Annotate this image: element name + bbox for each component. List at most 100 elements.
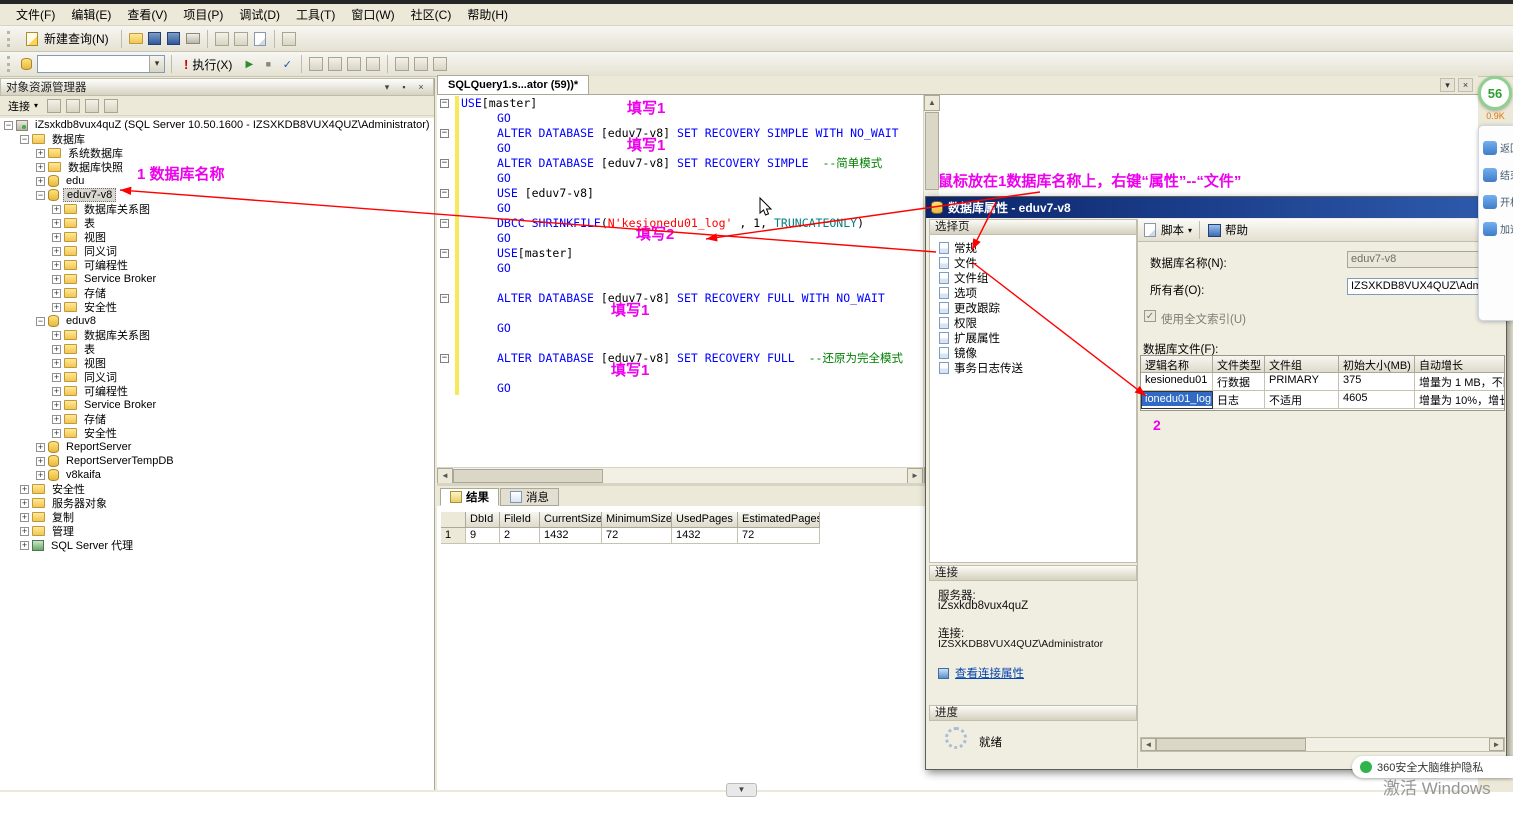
widget-item[interactable]: 开机 xyxy=(1479,188,1513,215)
select-page-item[interactable]: 常规 xyxy=(930,240,1136,255)
tree-item[interactable]: +安全性 xyxy=(0,482,434,496)
tab-list-icon[interactable]: ▾ xyxy=(1440,78,1455,92)
files-table-cell[interactable]: 375 xyxy=(1339,373,1415,391)
expand-icon[interactable]: + xyxy=(20,485,29,494)
expand-icon[interactable]: + xyxy=(52,247,61,256)
collapse-icon[interactable]: − xyxy=(20,135,29,144)
expand-icon[interactable]: + xyxy=(36,163,45,172)
tree-item[interactable]: +管理 xyxy=(0,524,434,538)
fold-collapse-icon[interactable]: − xyxy=(440,99,449,108)
tree-item[interactable]: +ReportServerTempDB xyxy=(0,454,434,468)
select-page-item[interactable]: 文件 xyxy=(930,255,1136,270)
memory-usage-badge[interactable]: 56 xyxy=(1478,76,1512,110)
tree-item[interactable]: +安全性 xyxy=(0,426,434,440)
column-header[interactable]: FileId xyxy=(500,512,540,528)
expand-icon[interactable]: + xyxy=(52,205,61,214)
column-header[interactable]: MinimumSize xyxy=(602,512,672,528)
expand-icon[interactable]: + xyxy=(52,331,61,340)
menu-item[interactable]: 工具(T) xyxy=(288,4,343,25)
filter-button[interactable] xyxy=(103,98,119,114)
fold-collapse-icon[interactable]: − xyxy=(440,354,449,363)
grid-cell[interactable]: 2 xyxy=(500,528,540,544)
save-button[interactable] xyxy=(147,31,163,47)
fold-collapse-icon[interactable]: − xyxy=(440,159,449,168)
expand-icon[interactable]: + xyxy=(52,415,61,424)
scrollbar-thumb[interactable] xyxy=(453,469,603,483)
print-button[interactable] xyxy=(185,31,201,47)
tree-item[interactable]: −eduv8 xyxy=(0,314,434,328)
expand-icon[interactable]: + xyxy=(52,359,61,368)
toolbar-button[interactable] xyxy=(281,31,297,47)
connect-dropdown-button[interactable]: 连接 ▾ xyxy=(3,96,43,116)
refresh-button[interactable] xyxy=(84,98,100,114)
chevron-down-icon[interactable]: ▾ xyxy=(1188,226,1192,235)
toolbar-button[interactable] xyxy=(214,31,230,47)
scroll-up-icon[interactable]: ▲ xyxy=(924,95,940,111)
save-all-button[interactable] xyxy=(166,31,182,47)
parse-button[interactable]: ✓ xyxy=(279,56,295,72)
tree-item[interactable]: +数据库关系图 xyxy=(0,202,434,216)
tree-item[interactable]: +数据库关系图 xyxy=(0,328,434,342)
chevron-down-icon[interactable]: ▾ xyxy=(149,56,164,72)
tree-item[interactable]: +复制 xyxy=(0,510,434,524)
column-header[interactable]: 文件类型 xyxy=(1213,356,1265,373)
scroll-left-icon[interactable]: ◄ xyxy=(1141,738,1156,751)
object-explorer-header[interactable]: 对象资源管理器 ▾ ▪ × xyxy=(0,78,434,96)
speed-ball-widget[interactable]: 56 0.9K 返回结束开机加速 xyxy=(1478,76,1513,321)
menu-item[interactable]: 项目(P) xyxy=(175,4,231,25)
column-header[interactable]: 逻辑名称 xyxy=(1141,356,1213,373)
expand-icon[interactable]: + xyxy=(52,303,61,312)
expand-icon[interactable]: + xyxy=(36,457,45,466)
tree-item[interactable]: +表 xyxy=(0,342,434,356)
files-table-cell[interactable]: 日志 xyxy=(1213,391,1265,409)
expand-icon[interactable]: + xyxy=(20,513,29,522)
grid-cell[interactable]: 72 xyxy=(738,528,820,544)
column-header[interactable]: EstimatedPages xyxy=(738,512,820,528)
scroll-down-button[interactable]: ▼ xyxy=(726,783,757,797)
select-page-item[interactable]: 扩展属性 xyxy=(930,330,1136,345)
toolbar-button[interactable] xyxy=(365,56,381,72)
files-table-cell[interactable]: kesionedu01 xyxy=(1141,373,1213,391)
files-table-cell[interactable]: 增量为 1 MB，不限制增长 xyxy=(1415,373,1505,391)
security-badge[interactable]: 360安全大脑维护隐私 xyxy=(1352,756,1513,778)
disconnect-button[interactable] xyxy=(46,98,62,114)
expand-icon[interactable]: + xyxy=(20,527,29,536)
toolbar-grip[interactable] xyxy=(7,56,12,72)
close-icon[interactable]: × xyxy=(414,81,428,94)
column-header[interactable]: CurrentSize xyxy=(540,512,602,528)
tree-item[interactable]: +存储 xyxy=(0,412,434,426)
stop-button[interactable] xyxy=(65,98,81,114)
files-table-cell[interactable]: 不适用 xyxy=(1265,391,1339,409)
widget-item[interactable]: 加速 xyxy=(1479,215,1513,242)
expand-icon[interactable]: + xyxy=(52,289,61,298)
menu-item[interactable]: 调试(D) xyxy=(231,4,288,25)
toolbar-button[interactable] xyxy=(327,56,343,72)
tree-item[interactable]: +可编程性 xyxy=(0,384,434,398)
tree-item[interactable]: +系统数据库 xyxy=(0,146,434,160)
column-header[interactable]: UsedPages xyxy=(672,512,738,528)
expand-icon[interactable]: + xyxy=(20,499,29,508)
tree-item[interactable]: +视图 xyxy=(0,230,434,244)
tree-item[interactable]: +安全性 xyxy=(0,300,434,314)
tree-item[interactable]: −iZsxkdb8vux4quZ (SQL Server 10.50.1600 … xyxy=(0,118,434,132)
expand-icon[interactable]: + xyxy=(36,177,45,186)
tree-item[interactable]: +同义词 xyxy=(0,244,434,258)
expand-icon[interactable]: + xyxy=(52,401,61,410)
scroll-left-icon[interactable]: ◄ xyxy=(437,468,453,484)
files-table-cell[interactable]: ionedu01_log xyxy=(1141,391,1213,409)
fold-collapse-icon[interactable]: − xyxy=(440,294,449,303)
tree-item[interactable]: +v8kaifa xyxy=(0,468,434,482)
menu-item[interactable]: 社区(C) xyxy=(403,4,460,25)
connect-button[interactable] xyxy=(18,56,34,72)
tree-item[interactable]: +SQL Server 代理 xyxy=(0,538,434,552)
stop-button[interactable]: ■ xyxy=(260,56,276,72)
widget-item[interactable]: 返回 xyxy=(1479,134,1513,161)
scroll-right-icon[interactable]: ► xyxy=(1489,738,1504,751)
expand-icon[interactable]: + xyxy=(52,429,61,438)
row-header[interactable]: 1 xyxy=(441,528,466,544)
fold-collapse-icon[interactable]: − xyxy=(440,219,449,228)
fold-collapse-icon[interactable]: − xyxy=(440,189,449,198)
files-table-cell[interactable]: 4605 xyxy=(1339,391,1415,409)
expand-icon[interactable]: + xyxy=(52,261,61,270)
sql-editor[interactable]: −USE[master]GO−ALTER DATABASE [eduv7-v8]… xyxy=(437,95,923,467)
